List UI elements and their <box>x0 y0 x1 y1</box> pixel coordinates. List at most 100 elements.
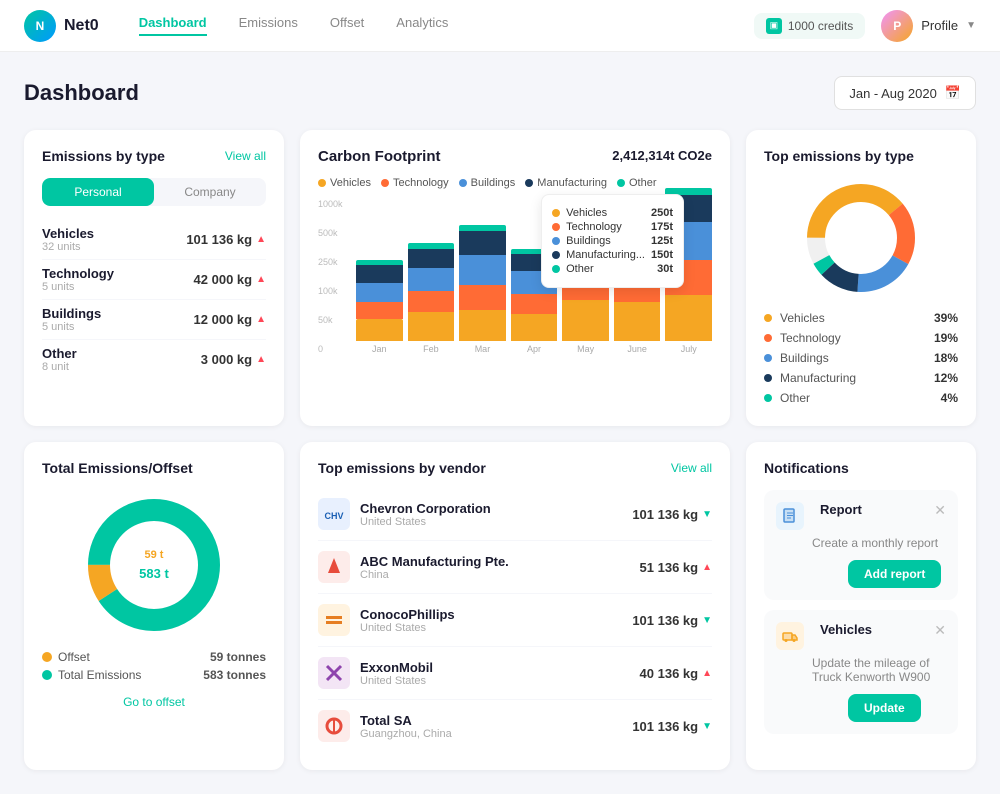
vendor-exxon-value: 40 136 kg ▲ <box>640 666 712 681</box>
offset-card-header: Total Emissions/Offset <box>42 460 266 476</box>
go-to-offset: Go to offset <box>42 694 266 709</box>
notif-report-title: Report <box>820 502 926 517</box>
credits-badge: ▣ 1000 credits <box>754 13 865 39</box>
vendor-view-all[interactable]: View all <box>671 461 712 475</box>
svg-text:583 t: 583 t <box>139 566 169 581</box>
bar-mar: Mar <box>459 221 506 354</box>
profile-section[interactable]: P Profile ▼ <box>881 10 976 42</box>
toggle-company[interactable]: Company <box>154 178 266 206</box>
bar-chart-area: Jan Feb <box>356 199 712 354</box>
toggle-personal[interactable]: Personal <box>42 178 154 206</box>
vendor-chevron-value: 101 136 kg ▼ <box>632 507 712 522</box>
carbon-legend: Vehicles Technology Buildings Manufactur… <box>318 177 712 189</box>
buildings-trend: ▲ <box>256 314 266 325</box>
nav-links: Dashboard Emissions Offset Analytics <box>139 15 754 36</box>
notifications-card: Notifications Report <box>746 442 976 770</box>
vendor-totalsa-name: Total SA <box>360 713 622 728</box>
vendor-chevron-name: Chevron Corporation <box>360 501 622 516</box>
notif-vehicles-title: Vehicles <box>820 622 926 637</box>
vendor-conoco-name: ConocoPhillips <box>360 607 622 622</box>
update-button[interactable]: Update <box>848 694 921 722</box>
vendor-conoco: ConocoPhillips United States 101 136 kg … <box>318 594 712 647</box>
top-emissions-type-card: Top emissions by type <box>746 130 976 426</box>
technology-sub: 5 units <box>42 281 114 293</box>
offset-legend: Offset 59 tonnes Total Emissions 583 ton… <box>42 650 266 682</box>
vendor-exxon-country: United States <box>360 675 630 687</box>
page-title: Dashboard <box>24 80 139 106</box>
nav-offset[interactable]: Offset <box>330 15 364 36</box>
notif-header: Notifications <box>764 460 958 476</box>
emission-vehicles: Vehicles 32 units 101 136 kg ▲ <box>42 220 266 260</box>
profile-name: Profile <box>921 18 958 33</box>
vendor-abc-country: China <box>360 569 630 581</box>
notif-report-icon <box>776 502 804 530</box>
nav-analytics[interactable]: Analytics <box>396 15 448 36</box>
vendor-abc: ABC Manufacturing Pte. China 51 136 kg ▲ <box>318 541 712 594</box>
date-filter[interactable]: Jan - Aug 2020 📅 <box>834 76 976 110</box>
nav-right: ▣ 1000 credits P Profile ▼ <box>754 10 976 42</box>
legend-technology: Technology <box>381 177 449 189</box>
vendor-totalsa-info: Total SA Guangzhou, China <box>360 713 622 740</box>
notif-report-close[interactable]: ✕ <box>934 502 946 519</box>
donut-legend: Vehicles 39% Technology 19% Buildings <box>764 308 958 408</box>
emissions-card-header: Emissions by type View all <box>42 148 266 164</box>
logo-text: Net0 <box>64 17 99 35</box>
offset-card-title: Total Emissions/Offset <box>42 460 193 476</box>
exxon-icon <box>320 659 348 687</box>
nav-dashboard[interactable]: Dashboard <box>139 15 207 36</box>
emission-other: Other 8 unit 3 000 kg ▲ <box>42 340 266 379</box>
nav-emissions[interactable]: Emissions <box>239 15 298 36</box>
notif-title: Notifications <box>764 460 849 476</box>
chevron-corp-icon: CHV <box>320 500 348 528</box>
donut-chart-wrapper <box>764 178 958 298</box>
logo[interactable]: N Net0 <box>24 10 99 42</box>
conoco-icon <box>320 606 348 634</box>
logo-icon: N <box>24 10 56 42</box>
technology-value: 42 000 kg ▲ <box>194 272 266 287</box>
notif-vehicles-close[interactable]: ✕ <box>934 622 946 639</box>
emission-technology: Technology 5 units 42 000 kg ▲ <box>42 260 266 300</box>
bottom-grid: Total Emissions/Offset 59 t 583 t <box>24 442 976 770</box>
vehicles-trend: ▲ <box>256 234 266 245</box>
y-label-500k: 500k <box>318 228 353 238</box>
vendor-conoco-country: United States <box>360 622 622 634</box>
notif-report: Report ✕ Create a monthly report Add rep… <box>764 490 958 600</box>
emissions-view-all[interactable]: View all <box>225 149 266 163</box>
go-to-offset-link[interactable]: Go to offset <box>123 695 185 709</box>
donut-legend-buildings-label: Buildings <box>764 351 829 365</box>
buildings-sub: 5 units <box>42 321 101 333</box>
technology-label: Technology <box>42 266 114 281</box>
tooltip-other: Other 30t <box>552 263 673 275</box>
vendor-exxon: ExxonMobil United States 40 136 kg ▲ <box>318 647 712 700</box>
top-grid: Emissions by type View all Personal Comp… <box>24 130 976 426</box>
y-label-50k: 50k <box>318 315 353 325</box>
document-icon <box>782 508 798 524</box>
vendor-chevron-logo: CHV <box>318 498 350 530</box>
donut-legend-manufacturing: Manufacturing 12% <box>764 368 958 388</box>
y-axis: 1000k 500k 250k 100k 50k 0 <box>318 199 353 354</box>
vendor-list: CHV Chevron Corporation United States 10… <box>318 488 712 752</box>
bar-label-apr: Apr <box>527 344 541 354</box>
bar-label-feb: Feb <box>423 344 439 354</box>
vendor-exxon-info: ExxonMobil United States <box>360 660 630 687</box>
add-report-button[interactable]: Add report <box>848 560 941 588</box>
tooltip-manufacturing: Manufacturing... 150t <box>552 249 673 261</box>
carbon-total: 2,412,314t CO2e <box>612 148 712 163</box>
vendor-exxon-logo <box>318 657 350 689</box>
total-emissions-offset-card: Total Emissions/Offset 59 t 583 t <box>24 442 284 770</box>
emissions-card-title: Emissions by type <box>42 148 165 164</box>
donut-legend-other-label: Other <box>764 391 810 405</box>
legend-buildings: Buildings <box>459 177 516 189</box>
chart-tooltip: Vehicles 250t Technology 175t Buildings … <box>541 194 684 288</box>
truck-icon <box>782 628 798 644</box>
totalsa-icon <box>320 712 348 740</box>
emission-items: Vehicles 32 units 101 136 kg ▲ Technolog… <box>42 220 266 379</box>
vendor-totalsa: Total SA Guangzhou, China 101 136 kg ▼ <box>318 700 712 752</box>
vendor-chevron: CHV Chevron Corporation United States 10… <box>318 488 712 541</box>
svg-text:59 t: 59 t <box>145 549 164 561</box>
carbon-header: Carbon Footprint 2,412,314t CO2e <box>318 148 712 165</box>
bar-label-jan: Jan <box>372 344 387 354</box>
navigation: N Net0 Dashboard Emissions Offset Analyt… <box>0 0 1000 52</box>
legend-other: Other <box>617 177 657 189</box>
chevron-trend: ▼ <box>702 509 712 520</box>
